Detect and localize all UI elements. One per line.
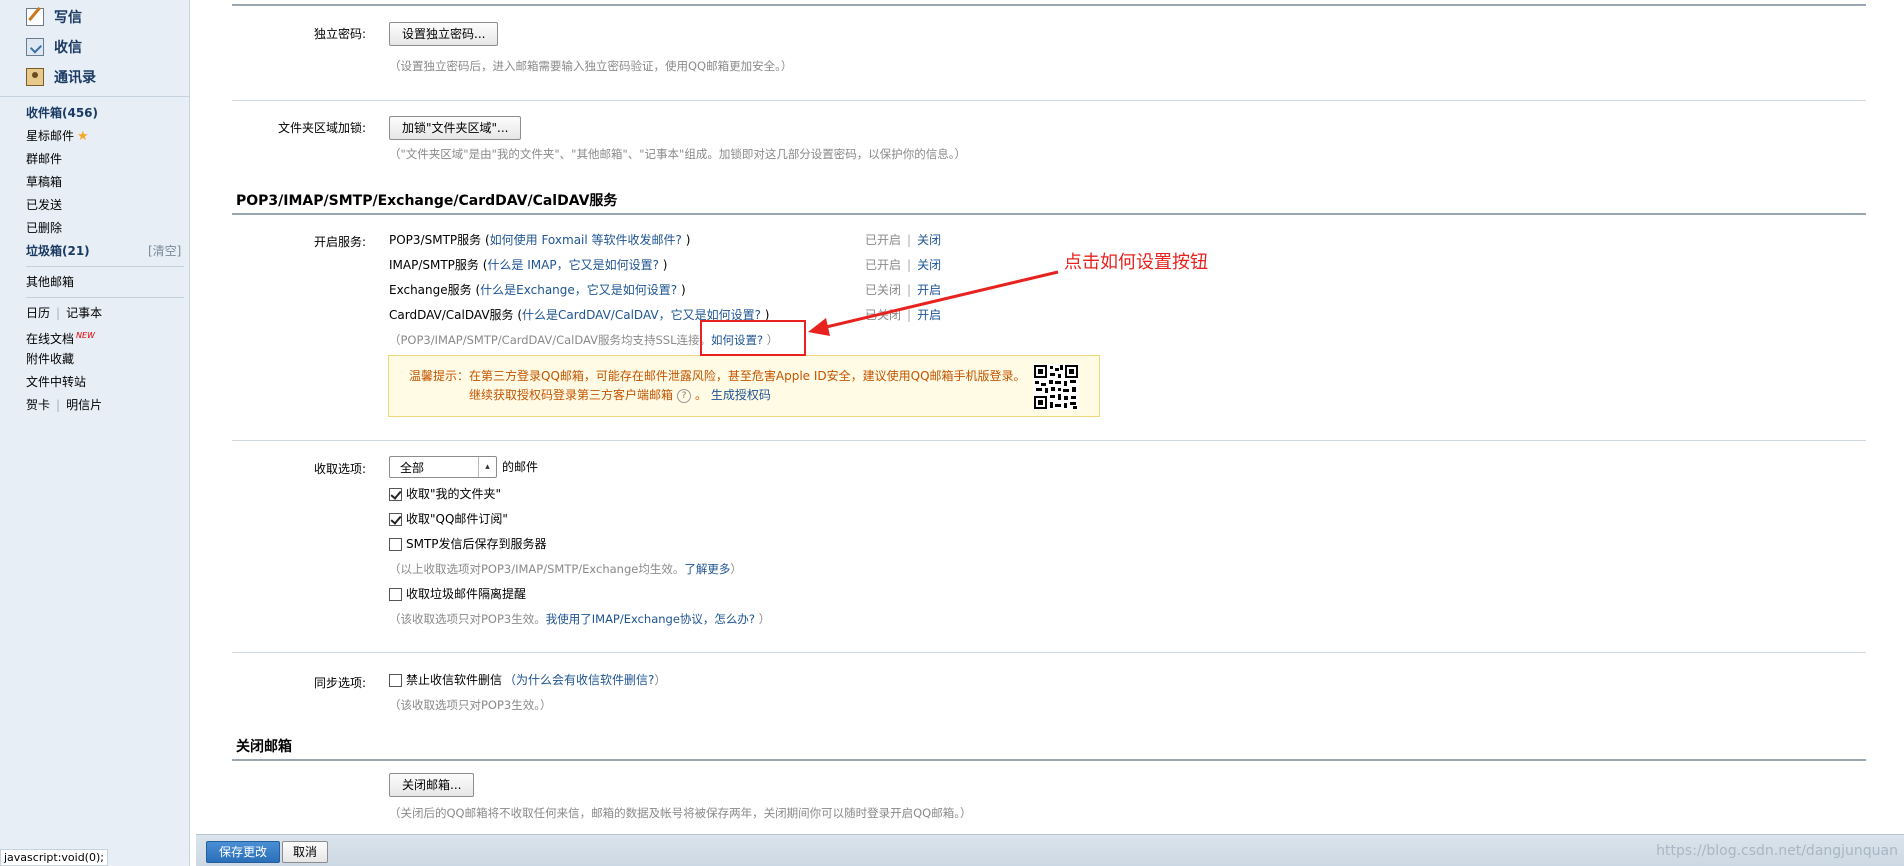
checkbox-label: 禁止收信软件删信: [406, 673, 503, 687]
calendar-link[interactable]: 日历: [26, 306, 50, 320]
new-badge: NEW: [76, 331, 95, 340]
chevron-updown-icon: ▴: [478, 457, 496, 477]
sidebar-divider: [26, 297, 184, 298]
inbox-icon: [26, 38, 44, 56]
cards-link[interactable]: 贺卡: [26, 398, 50, 412]
checkbox-checked[interactable]: [389, 487, 402, 501]
hint-close: ）: [730, 562, 742, 576]
divider: [232, 652, 1866, 653]
star-icon: ★: [77, 129, 89, 144]
close-mailbox-title: 关闭邮箱: [236, 739, 292, 755]
checkbox-junk-reminder[interactable]: 收取垃圾邮件隔离提醒: [389, 586, 526, 602]
bottom-action-bar: 保存更改 取消 https://blog.csdn.net/dangjunqua…: [196, 834, 1904, 866]
clear-junk-link[interactable]: [清空]: [148, 242, 181, 260]
pencil-icon: [26, 8, 44, 26]
postcards-link[interactable]: 明信片: [66, 398, 102, 412]
sidebar-item-junk[interactable]: 垃圾箱(21): [26, 242, 90, 260]
contacts-label: 通讯录: [54, 70, 96, 86]
sidebar-item-file-transfer[interactable]: 文件中转站: [26, 373, 86, 391]
cancel-button[interactable]: 取消: [282, 841, 329, 863]
contacts-button[interactable]: 通讯录: [26, 66, 96, 88]
hint-text: （该收取选项只对POP3生效。: [389, 612, 546, 626]
receive-scope-suffix: 的邮件: [502, 460, 539, 474]
sync-options-label: 同步选项:: [313, 676, 366, 690]
receive-label: 收信: [54, 40, 82, 56]
select-value: 全部: [400, 460, 425, 475]
sidebar-item-attachments[interactable]: 附件收藏: [26, 350, 74, 368]
divider: [232, 440, 1866, 441]
checkbox-label: 收取"我的文件夹": [406, 487, 502, 501]
learn-more-link[interactable]: 了解更多: [684, 562, 730, 576]
sidebar-item-starred[interactable]: 星标邮件 ★: [26, 127, 89, 145]
online-docs-label: 在线文档: [26, 332, 75, 346]
notes-link[interactable]: 记事本: [66, 306, 102, 320]
sidebar-divider: [0, 96, 190, 97]
sidebar-divider: [26, 266, 184, 267]
checkbox-unchecked[interactable]: [389, 673, 402, 687]
checkbox-no-delete[interactable]: 禁止收信软件删信 （为什么会有收信软件删信? ）: [389, 672, 666, 688]
sidebar-row-calendar: 日历 | 记事本: [26, 306, 103, 320]
checkbox-label: 收取"QQ邮件订阅": [406, 512, 508, 526]
close-mailbox-button[interactable]: 关闭邮箱...: [389, 773, 475, 797]
checkbox-checked[interactable]: [389, 512, 402, 526]
checkbox-smtp-save[interactable]: SMTP发信后保存到服务器: [389, 536, 547, 552]
hint-text: （以上收取选项对POP3/IMAP/SMTP/Exchange均生效。: [389, 562, 685, 576]
checkbox-my-folders[interactable]: 收取"我的文件夹": [389, 486, 501, 502]
sync-hint: （该收取选项只对POP3生效。）: [389, 698, 552, 712]
sidebar-item-other[interactable]: 其他邮箱: [26, 273, 74, 291]
receive-scope-select[interactable]: 全部 ▴: [389, 456, 497, 478]
checkbox-subscriptions[interactable]: 收取"QQ邮件订阅": [389, 511, 508, 527]
contacts-icon: [26, 68, 44, 86]
hint-close: ）: [654, 673, 667, 687]
sidebar-item-online-docs[interactable]: 在线文档 NEW: [26, 327, 95, 346]
receive-options-label: 收取选项:: [313, 462, 366, 476]
annotation-highlight-box: [700, 320, 806, 356]
write-label: 写信: [54, 10, 82, 26]
sidebar-item-group[interactable]: 群邮件: [26, 150, 62, 168]
sidebar-row-cards: 贺卡 | 明信片: [26, 398, 103, 412]
close-mailbox-hint: （关闭后的QQ邮箱将不收取任何来信，邮箱的数据及帐号将被保存两年，关闭期间你可以…: [389, 806, 972, 820]
sidebar: 写信 收信 通讯录 收件箱(456) 星标邮件 ★ 群邮件 草稿箱 已发送 已删除…: [0, 0, 190, 866]
checkbox-unchecked[interactable]: [389, 587, 402, 601]
starred-label: 星标邮件: [26, 129, 75, 143]
imap-exchange-help-link[interactable]: 我使用了IMAP/Exchange协议，怎么办?: [546, 612, 755, 626]
why-delete-link[interactable]: （为什么会有收信软件删信?: [504, 672, 654, 688]
receive-mail-button[interactable]: 收信: [26, 36, 82, 58]
write-mail-button[interactable]: 写信: [26, 6, 82, 28]
receive-hint-2: （该收取选项只对POP3生效。我使用了IMAP/Exchange协议，怎么办? …: [389, 611, 770, 627]
watermark: https://blog.csdn.net/dangjunquan: [1656, 843, 1898, 859]
save-changes-button[interactable]: 保存更改: [206, 841, 281, 863]
checkbox-label: SMTP发信后保存到服务器: [406, 537, 547, 551]
checkbox-unchecked[interactable]: [389, 537, 402, 551]
sidebar-item-inbox[interactable]: 收件箱(456): [26, 104, 98, 122]
annotation-text: 点击如何设置按钮: [1064, 252, 1208, 273]
sidebar-item-deleted[interactable]: 已删除: [26, 219, 62, 237]
sidebar-item-drafts[interactable]: 草稿箱: [26, 173, 62, 191]
sidebar-item-sent[interactable]: 已发送: [26, 196, 62, 214]
hint-close: ）: [755, 612, 771, 626]
settings-lower: 收取选项: 全部 ▴ 的邮件 收取"我的文件夹" 收取"QQ邮件订阅" SMTP…: [196, 0, 1904, 834]
checkbox-label: 收取垃圾邮件隔离提醒: [406, 587, 527, 601]
section-divider: [232, 759, 1866, 761]
receive-hint-1: （以上收取选项对POP3/IMAP/SMTP/Exchange均生效。了解更多）: [389, 561, 742, 577]
browser-status-bar: javascript:void(0);: [0, 849, 108, 866]
